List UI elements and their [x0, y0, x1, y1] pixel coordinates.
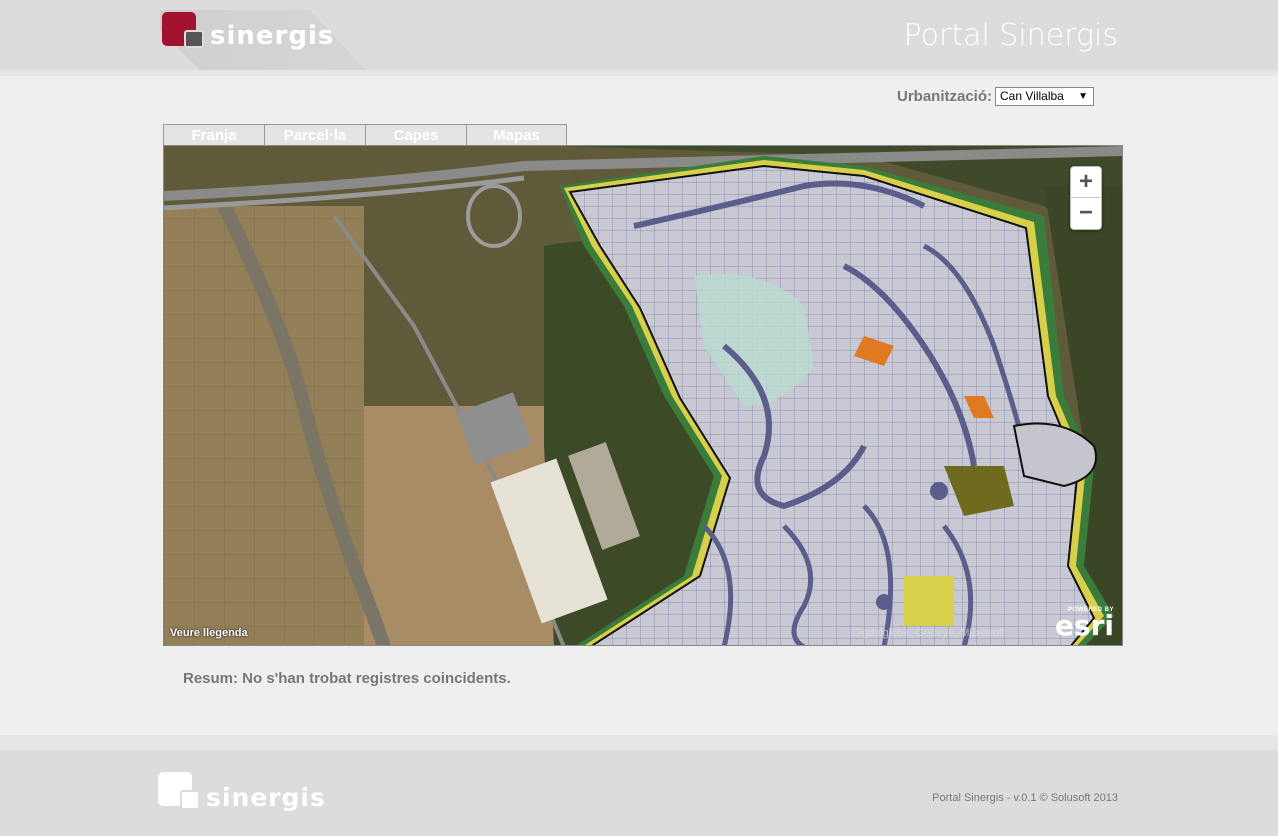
map-imagery — [164, 146, 1122, 645]
header-logo[interactable]: sinergis — [162, 12, 342, 52]
dropdown-arrow-icon: ▼ — [1078, 91, 1089, 102]
urbanitzacio-filter: Urbanització: Can Villalba ▼ — [897, 87, 1095, 106]
copyright-text: Portal Sinergis - v.0.1 © Solusoft 2013 — [932, 792, 1118, 804]
urbanitzacio-label: Urbanització: — [897, 88, 993, 105]
legend-link[interactable]: Veure llegenda — [170, 627, 248, 639]
footer-logo[interactable]: sinergis — [158, 772, 338, 812]
logo-grey-square-icon — [184, 30, 204, 48]
map-attribution: Digitalglobe, Geoeye, Microsoft — [852, 627, 1005, 639]
portal-title: Portal Sinergis — [903, 18, 1118, 53]
zoom-control: + − — [1070, 166, 1102, 230]
tab-bar: Franja Parcel·la Capes Mapas — [163, 124, 567, 146]
footer-logo-small-square-icon — [180, 790, 200, 810]
header: sinergis Portal Sinergis — [0, 0, 1278, 70]
header-divider — [0, 70, 1278, 76]
footer-divider — [0, 735, 1278, 750]
esri-brand: esri — [1054, 609, 1114, 642]
zoom-out-button[interactable]: − — [1071, 198, 1101, 229]
urbanitzacio-select[interactable]: Can Villalba ▼ — [995, 87, 1095, 106]
tab-capes[interactable]: Capes — [365, 124, 466, 146]
urbanitzacio-selected-value: Can Villalba — [1000, 89, 1064, 103]
esri-logo[interactable]: POWERED BY esri — [1054, 607, 1114, 642]
summary-text: Resum: No s'han trobat registres coincid… — [183, 670, 511, 687]
footer-logo-text: sinergis — [206, 783, 326, 812]
logo-text: sinergis — [210, 21, 335, 51]
zoom-in-button[interactable]: + — [1071, 167, 1101, 198]
map-view[interactable]: + − Veure llegenda Digitalglobe, Geoeye,… — [163, 145, 1123, 646]
tab-mapas[interactable]: Mapas — [466, 124, 567, 146]
tab-parcella[interactable]: Parcel·la — [264, 124, 365, 146]
tab-franja[interactable]: Franja — [163, 124, 264, 146]
